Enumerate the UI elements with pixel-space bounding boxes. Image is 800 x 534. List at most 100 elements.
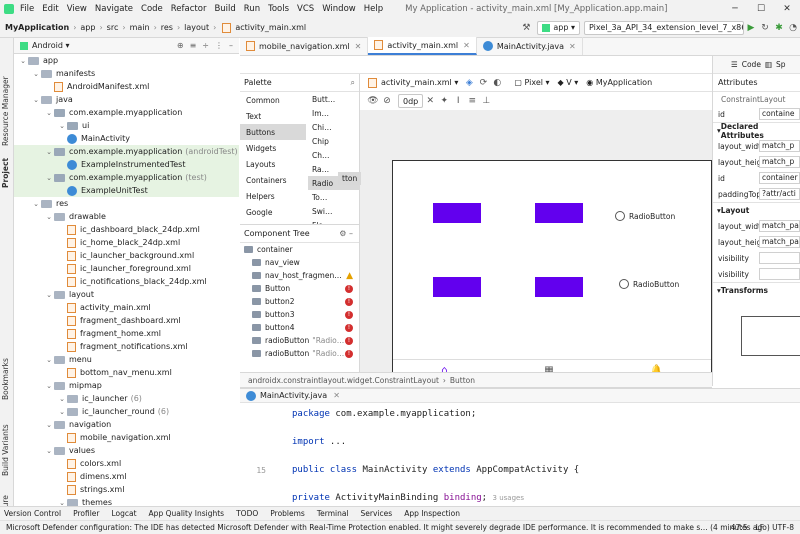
id-field[interactable]: containe <box>759 108 800 120</box>
tree-item[interactable]: colors.xml <box>14 457 239 470</box>
hide-icon[interactable]: – <box>229 41 233 50</box>
component-row[interactable]: Button! <box>240 282 359 295</box>
menu-file[interactable]: File <box>20 4 34 14</box>
tree-item[interactable]: ic_launcher_background.xml <box>14 249 239 262</box>
code-line[interactable]: 15 public class MainActivity extends AppC… <box>240 463 800 477</box>
line-separator[interactable]: LF <box>756 523 765 532</box>
button4-preview[interactable] <box>535 277 583 297</box>
attribute-value[interactable]: match_p <box>759 156 800 168</box>
attribute-value[interactable]: match_pa <box>759 220 800 232</box>
tree-item[interactable]: strings.xml <box>14 483 239 496</box>
tree-item[interactable]: ⌄ menu <box>14 353 239 366</box>
autoconnect-icon[interactable]: ⊘ <box>380 94 394 108</box>
error-icon[interactable]: ! <box>345 323 353 332</box>
menu-tools[interactable]: Tools <box>268 4 289 14</box>
debug-icon[interactable]: ✱ <box>772 21 786 35</box>
tree-item[interactable]: ic_notifications_black_24dp.xml <box>14 275 239 288</box>
tree-item[interactable]: ⌄ themes <box>14 496 239 506</box>
attribute-value[interactable] <box>759 268 800 280</box>
palette-item[interactable]: To… <box>308 190 360 204</box>
close-tab-icon[interactable]: ✕ <box>333 391 340 400</box>
tool-window-app-inspection[interactable]: App Inspection <box>404 509 460 518</box>
tree-item[interactable]: ⌄ java <box>14 93 239 106</box>
attribute-value[interactable]: match_p <box>759 140 800 152</box>
resource-manager-tab[interactable]: Resource Manager <box>1 76 10 146</box>
split-mode-icon[interactable]: ▥ <box>765 60 772 69</box>
tree-item[interactable]: MainActivity <box>14 132 239 145</box>
palette-category[interactable]: Widgets <box>240 140 306 156</box>
baseline-icon[interactable]: ⊥ <box>479 94 493 108</box>
collapse-icon[interactable]: ≡ <box>190 41 197 50</box>
tree-item[interactable]: ic_dashboard_black_24dp.xml <box>14 223 239 236</box>
code-line[interactable]: package com.example.myapplication; <box>240 407 800 421</box>
breadcrumb-item[interactable]: res <box>161 23 173 32</box>
menu-window[interactable]: Window <box>322 4 356 14</box>
tree-item[interactable]: ic_home_black_24dp.xml <box>14 236 239 249</box>
tree-item[interactable]: activity_main.xml <box>14 301 239 314</box>
infer-constraints-icon[interactable]: ✦ <box>437 94 451 108</box>
tree-item[interactable]: mobile_navigation.xml <box>14 431 239 444</box>
component-row[interactable]: button3! <box>240 308 359 321</box>
tree-item[interactable]: ⌄ ic_launcher (6) <box>14 392 239 405</box>
tree-item[interactable]: ⌄ manifests <box>14 67 239 80</box>
profile-icon[interactable]: ◔ <box>786 21 800 35</box>
code-line[interactable]: import ... <box>240 435 800 449</box>
component-row[interactable]: radioButton "Radio…! <box>240 334 359 347</box>
breadcrumb-item[interactable]: layout <box>184 23 209 32</box>
code-line[interactable] <box>240 477 800 491</box>
project-tab[interactable]: Project <box>1 158 10 188</box>
tree-item[interactable]: ⌄ com.example.myapplication <box>14 106 239 119</box>
tool-window-profiler[interactable]: Profiler <box>73 509 99 518</box>
close-icon[interactable]: ✕ <box>774 0 800 18</box>
tree-item[interactable]: ⌄ values <box>14 444 239 457</box>
tree-item[interactable]: fragment_home.xml <box>14 327 239 340</box>
component-row[interactable]: button4! <box>240 321 359 334</box>
menu-navigate[interactable]: Navigate <box>95 4 133 14</box>
component-row[interactable]: nav_host_fragmen… ▲ <box>240 269 359 282</box>
attribute-value[interactable]: container <box>759 172 800 184</box>
palette-category[interactable]: Buttons <box>240 124 306 140</box>
code-tab[interactable]: MainActivity.java ✕ <box>240 389 800 403</box>
component-row[interactable]: nav_view <box>240 256 359 269</box>
crumb-button[interactable]: Button <box>450 376 475 385</box>
radio-button-preview[interactable]: RadioButton <box>615 211 675 221</box>
tree-item[interactable]: dimens.xml <box>14 470 239 483</box>
tree-item[interactable]: ⌄ layout <box>14 288 239 301</box>
tool-window-terminal[interactable]: Terminal <box>317 509 349 518</box>
search-icon[interactable]: ⌕ <box>351 78 359 88</box>
locate-icon[interactable]: ⊕ <box>177 41 184 50</box>
menu-build[interactable]: Build <box>214 4 235 14</box>
tool-window-version-control[interactable]: Version Control <box>4 509 61 518</box>
tree-item[interactable]: ⌄ ic_launcher_round (6) <box>14 405 239 418</box>
file-encoding[interactable]: UTF-8 <box>772 523 794 532</box>
layout-file-select[interactable]: activity_main.xml <box>381 78 452 87</box>
cursor-position[interactable]: 47:5 <box>731 523 748 532</box>
align-icon[interactable]: ≡ <box>465 94 479 108</box>
menu-vcs[interactable]: VCS <box>297 4 314 14</box>
tree-item[interactable]: ⌄ com.example.myapplication (test) <box>14 171 239 184</box>
design-canvas[interactable]: tton RadioButton RadioButton ⌂ ▦ 🔔 <box>338 110 712 380</box>
view-options-icon[interactable]: 👁 <box>366 94 380 108</box>
device-picker[interactable]: ▢ Pixel ▾ <box>514 78 549 87</box>
settings-icon[interactable]: ⚙ – <box>339 229 359 238</box>
palette-item[interactable]: Chi… <box>308 120 360 134</box>
status-message[interactable]: Microsoft Defender configuration: The ID… <box>6 523 770 532</box>
editor-tab[interactable]: MainActivity.java ✕ <box>477 37 583 55</box>
tree-item[interactable]: ⌄ app <box>14 54 239 67</box>
tool-window-app-quality-insights[interactable]: App Quality Insights <box>149 509 225 518</box>
editor-tab[interactable]: mobile_navigation.xml ✕ <box>240 37 369 55</box>
menu-view[interactable]: View <box>67 4 87 14</box>
tree-item[interactable]: ⌄ res <box>14 197 239 210</box>
maximize-icon[interactable]: ☐ <box>748 0 774 18</box>
tree-item[interactable]: bottom_nav_menu.xml <box>14 366 239 379</box>
tree-item[interactable]: ExampleInstrumentedTest <box>14 158 239 171</box>
code-mode-label[interactable]: Code <box>742 60 761 69</box>
guidelines-icon[interactable]: I <box>451 94 465 108</box>
palette-category[interactable]: Layouts <box>240 156 306 172</box>
error-icon[interactable]: ! <box>345 310 353 319</box>
palette-item[interactable]: Chip <box>308 134 360 148</box>
button-preview[interactable] <box>433 203 481 223</box>
default-margin-field[interactable]: 0dp <box>398 94 424 108</box>
api-picker[interactable]: ◆ V ▾ <box>558 78 579 87</box>
build-variants-tab[interactable]: Build Variants <box>1 424 10 476</box>
